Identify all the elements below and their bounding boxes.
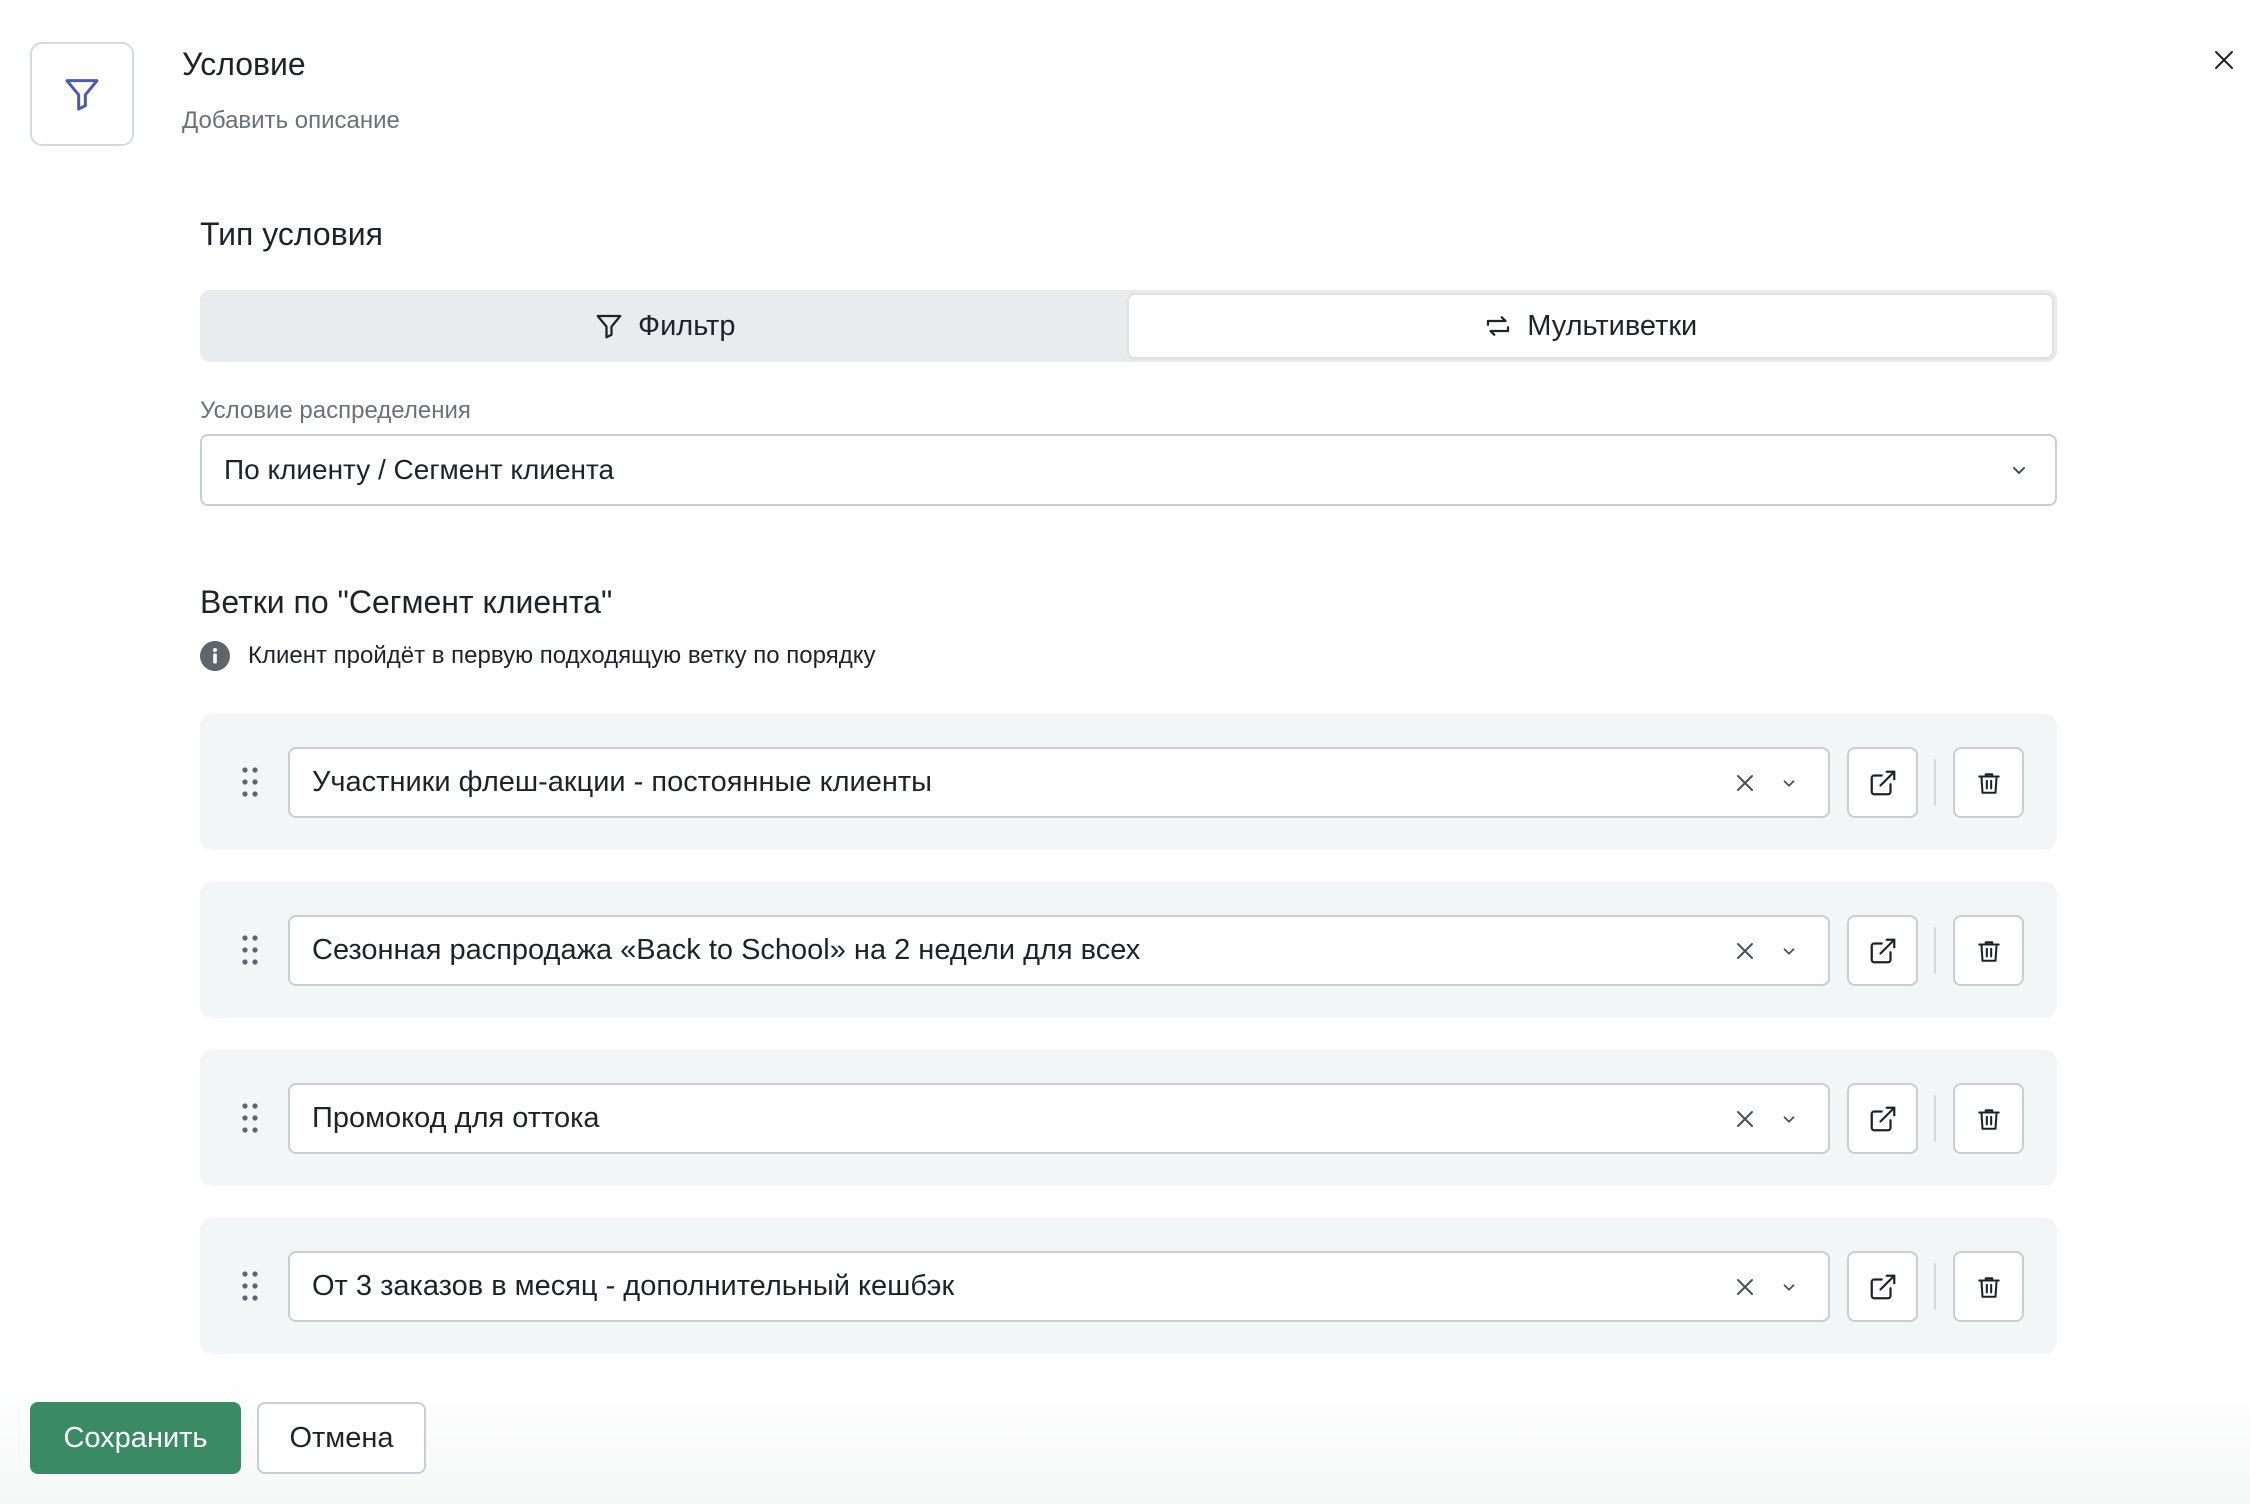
- chevron-down-icon: [2013, 467, 2025, 474]
- branch-segment-select[interactable]: Промокод для оттока: [288, 1083, 1830, 1154]
- external-link-icon: [1870, 1106, 1895, 1131]
- drag-handle-icon[interactable]: [240, 934, 260, 966]
- trash-icon: [1977, 1108, 2000, 1130]
- info-icon: [200, 641, 230, 671]
- drag-handle-icon[interactable]: [240, 1270, 260, 1302]
- branch-segment-select[interactable]: Сезонная распродажа «Back to School» на …: [288, 915, 1830, 986]
- divider: [1934, 1095, 1936, 1142]
- open-segment-button[interactable]: [1847, 1251, 1918, 1322]
- clear-icon[interactable]: [1734, 1108, 1756, 1130]
- clear-icon[interactable]: [1734, 1276, 1756, 1298]
- filter-icon: [65, 79, 99, 111]
- tab-multibranch[interactable]: Мультиветки: [1126, 293, 2054, 359]
- close-icon: [2215, 51, 2233, 69]
- chevron-down-icon: [1783, 780, 1795, 787]
- add-description-link[interactable]: Добавить описание: [182, 107, 400, 135]
- condition-type-switch: Фильтр Мультиветки: [200, 290, 2057, 362]
- external-link-icon: [1870, 938, 1895, 963]
- trash-icon: [1977, 940, 2000, 962]
- distribution-value: По клиенту / Сегмент клиента: [224, 454, 615, 485]
- filter-icon: [596, 314, 622, 339]
- drag-handle-icon[interactable]: [240, 766, 260, 798]
- branches-info: Клиент пройдёт в первую подходящую ветку…: [200, 641, 875, 671]
- tab-multibranch-label: Мультиветки: [1527, 309, 1698, 342]
- condition-editor-panel: Условие Добавить описание Тип условия Фи…: [0, 0, 2250, 1504]
- divider: [1934, 927, 1936, 974]
- branch-segment-select[interactable]: Участники флеш-акции - постоянные клиент…: [288, 747, 1830, 818]
- branch-segment-value: Участники флеш-акции - постоянные клиент…: [312, 766, 932, 798]
- open-segment-button[interactable]: [1847, 747, 1918, 818]
- tab-filter[interactable]: Фильтр: [203, 293, 1127, 359]
- clear-icon[interactable]: [1734, 772, 1756, 794]
- branches-icon: [1487, 316, 1510, 336]
- distribution-select[interactable]: По клиенту / Сегмент клиента: [200, 434, 2057, 506]
- open-segment-button[interactable]: [1847, 915, 1918, 986]
- external-link-icon: [1870, 770, 1895, 795]
- branch-segment-value: От 3 заказов в месяц - дополнительный ке…: [312, 1270, 955, 1302]
- chevron-down-icon: [1783, 1284, 1795, 1291]
- branch-segment-value: Промокод для оттока: [312, 1102, 600, 1134]
- branch-segment-select[interactable]: От 3 заказов в месяц - дополнительный ке…: [288, 1251, 1830, 1322]
- delete-branch-button[interactable]: [1953, 747, 2024, 818]
- trash-icon: [1977, 772, 2000, 794]
- branch-card: От 3 заказов в месяц - дополнительный ке…: [200, 1218, 2057, 1354]
- distribution-label: Условие распределения: [200, 397, 471, 424]
- save-button[interactable]: Сохранить: [30, 1402, 241, 1474]
- branch-segment-value: Сезонная распродажа «Back to School» на …: [312, 934, 1141, 966]
- branch-card: Сезонная распродажа «Back to School» на …: [200, 882, 2057, 1018]
- branches-heading: Ветки по "Сегмент клиента": [200, 584, 613, 620]
- condition-type-icon-box: [30, 42, 134, 146]
- delete-branch-button[interactable]: [1953, 1083, 2024, 1154]
- open-segment-button[interactable]: [1847, 1083, 1918, 1154]
- chevron-down-icon: [1783, 1116, 1795, 1123]
- branch-card: Промокод для оттока: [200, 1050, 2057, 1186]
- tab-filter-label: Фильтр: [638, 309, 736, 342]
- delete-branch-button[interactable]: [1953, 915, 2024, 986]
- branches-info-text: Клиент пройдёт в первую подходящую ветку…: [248, 642, 876, 669]
- trash-icon: [1977, 1276, 2000, 1298]
- chevron-down-icon: [1783, 948, 1795, 955]
- condition-type-heading: Тип условия: [200, 216, 383, 252]
- delete-branch-button[interactable]: [1953, 1251, 2024, 1322]
- branch-card: Участники флеш-акции - постоянные клиент…: [200, 714, 2057, 850]
- panel-title[interactable]: Условие: [182, 46, 306, 83]
- clear-icon[interactable]: [1734, 940, 1756, 962]
- divider: [1934, 1263, 1936, 1310]
- cancel-button[interactable]: Отмена: [257, 1402, 426, 1474]
- external-link-icon: [1870, 1274, 1895, 1299]
- divider: [1934, 759, 1936, 806]
- drag-handle-icon[interactable]: [240, 1102, 260, 1134]
- close-button[interactable]: [2206, 42, 2242, 78]
